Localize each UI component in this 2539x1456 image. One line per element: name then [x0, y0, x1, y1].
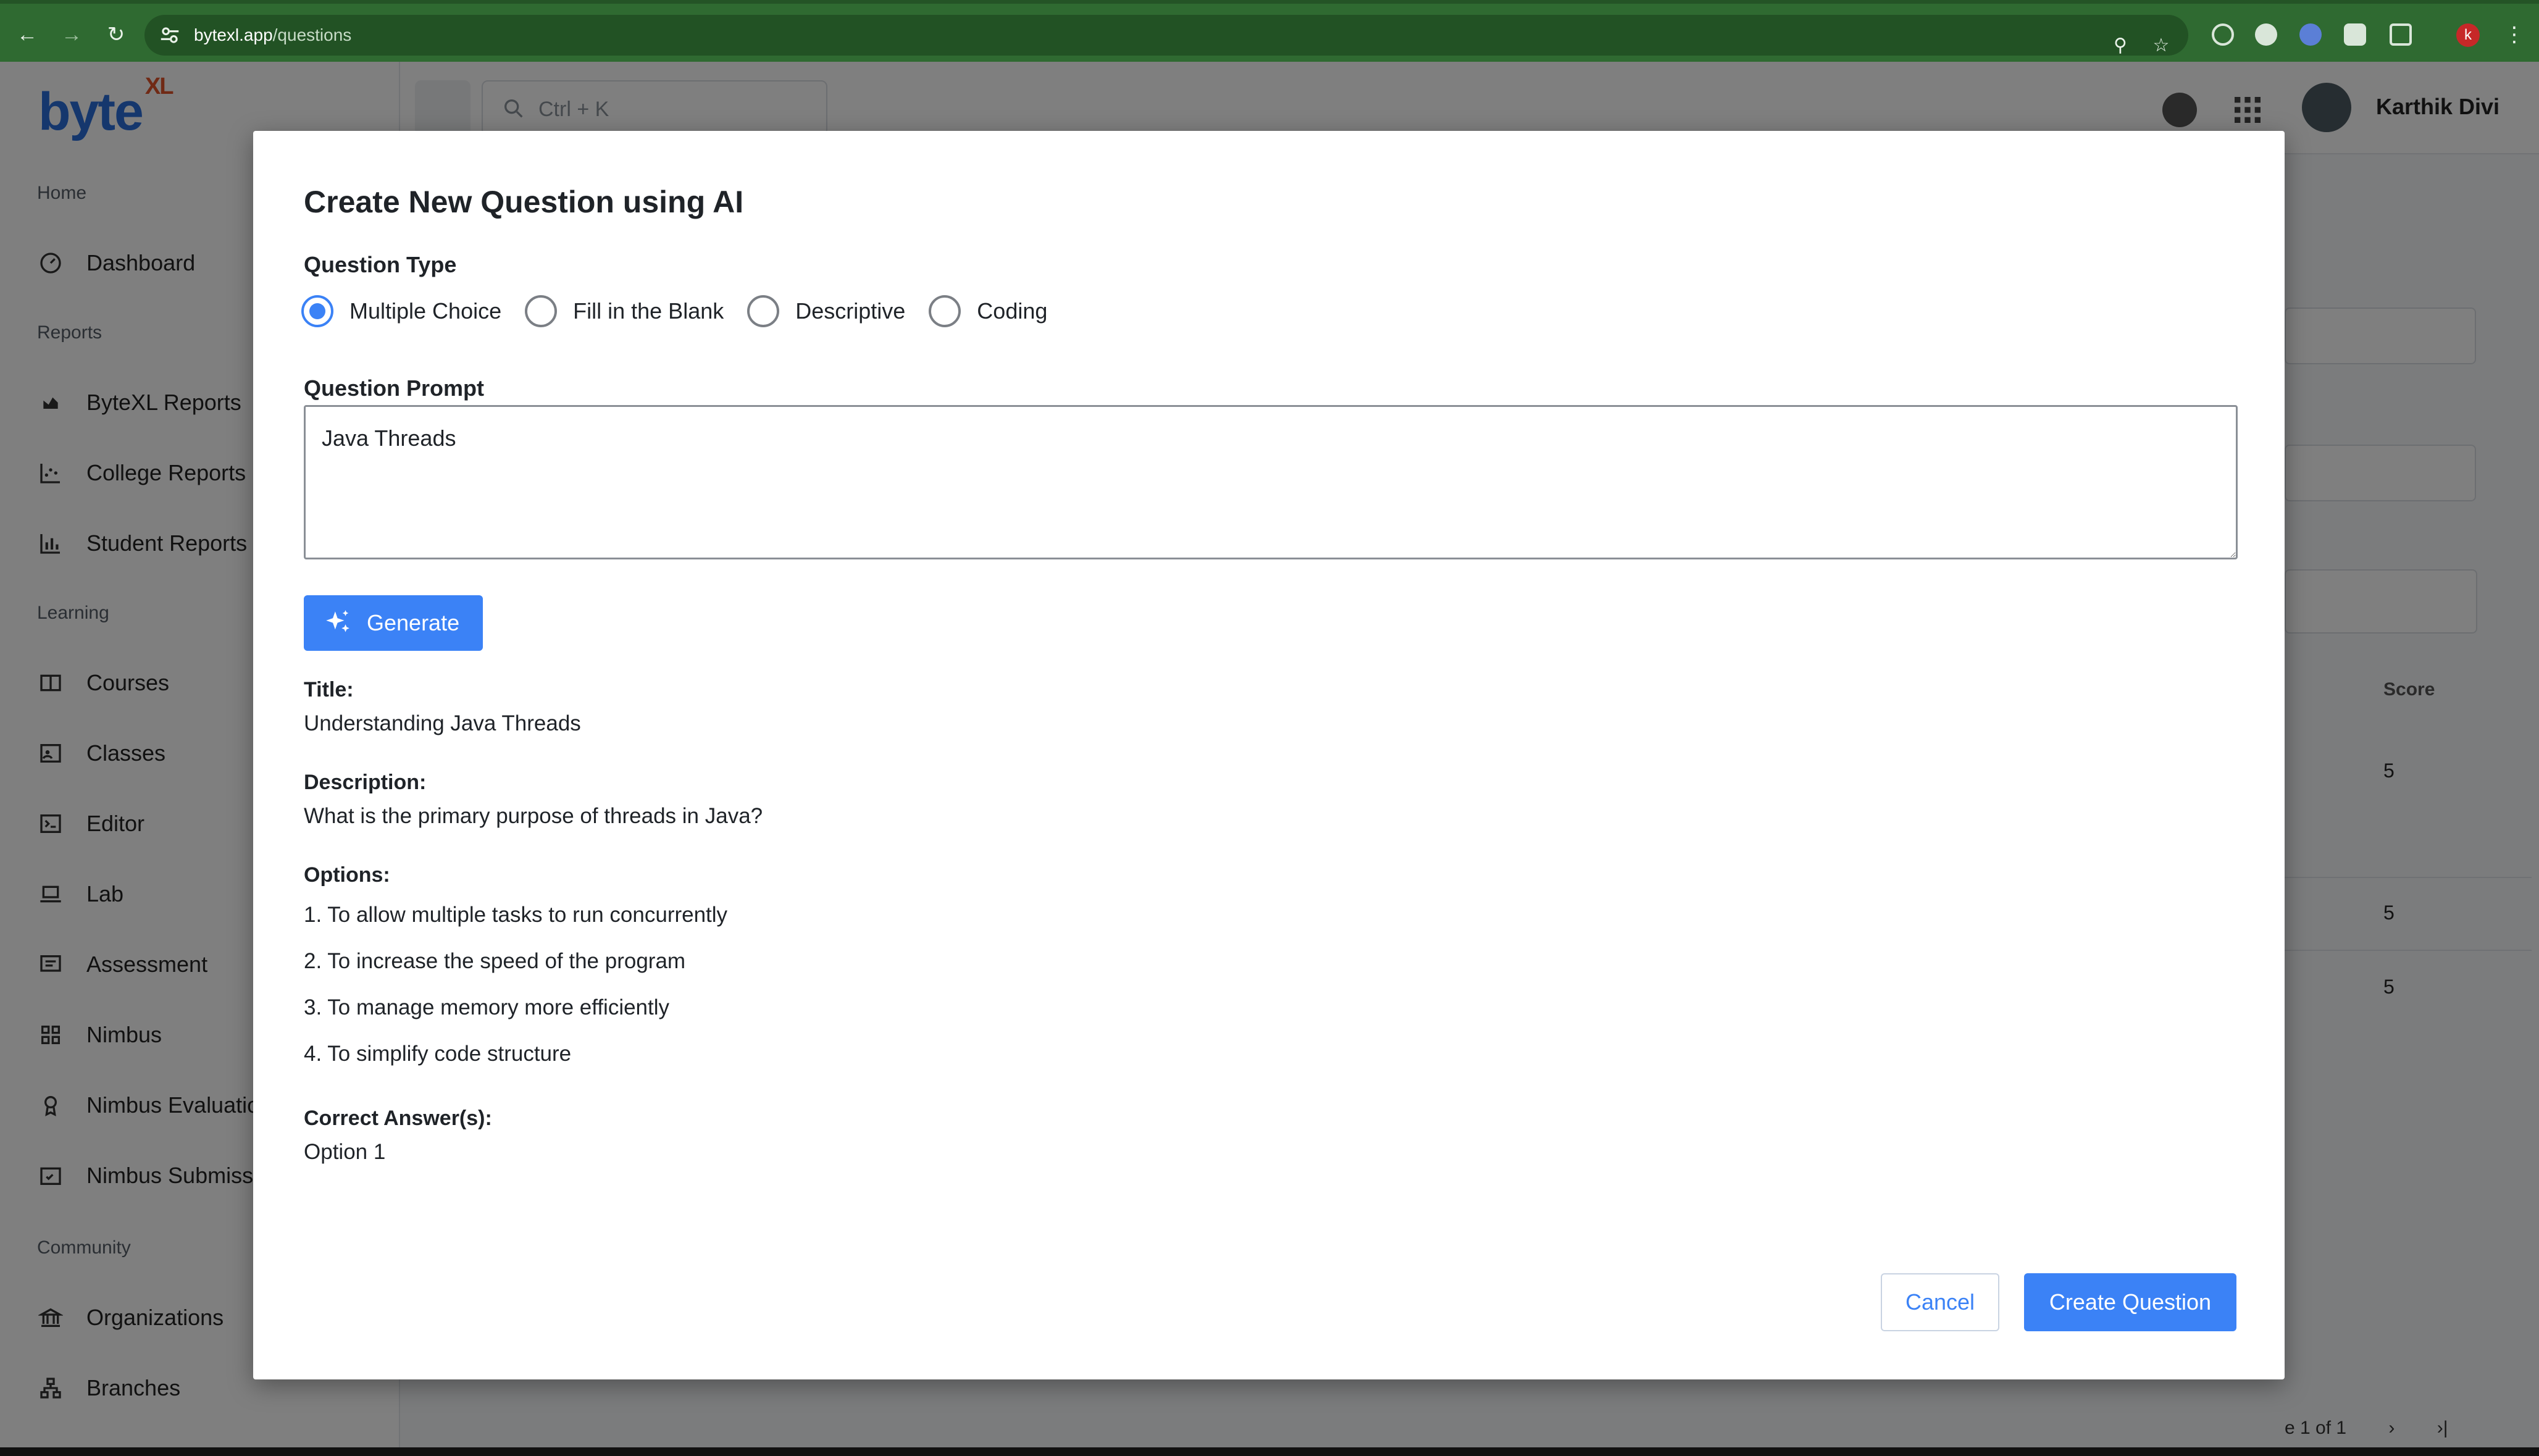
- correct-answer-label: Correct Answer(s):: [304, 1107, 492, 1130]
- radio-fill-in-the-blank[interactable]: Fill in the Blank: [525, 295, 724, 327]
- url-host: bytexl.app: [194, 25, 273, 44]
- radio-checked-icon: [301, 295, 333, 327]
- question-prompt-textarea[interactable]: Java Threads: [304, 405, 2238, 559]
- grammar-extension-icon[interactable]: [2255, 23, 2277, 46]
- radio-label: Fill in the Blank: [573, 298, 724, 324]
- site-settings-icon[interactable]: [158, 23, 182, 47]
- browser-toolbar: ← → ↻ bytexl.app/questions ⚲ ☆ k ⋮: [0, 0, 2539, 62]
- radio-multiple-choice[interactable]: Multiple Choice: [301, 295, 501, 327]
- question-type-radio-group: Multiple Choice Fill in the Blank Descri…: [301, 293, 1071, 330]
- result-description-value: What is the primary purpose of threads i…: [304, 804, 763, 828]
- generate-button[interactable]: Generate: [304, 595, 483, 651]
- forward-icon[interactable]: →: [59, 22, 84, 47]
- radio-label: Descriptive: [795, 298, 906, 324]
- result-title-value: Understanding Java Threads: [304, 711, 581, 735]
- screenshot-extension-icon[interactable]: [2344, 23, 2366, 46]
- extension-icon-1[interactable]: [2212, 23, 2234, 46]
- option-item: 2. To increase the speed of the program: [304, 949, 686, 973]
- question-type-label: Question Type: [304, 252, 457, 277]
- address-bar[interactable]: bytexl.app/questions ⚲ ☆: [144, 15, 2188, 56]
- radio-unchecked-icon: [525, 295, 558, 327]
- radio-descriptive[interactable]: Descriptive: [747, 295, 905, 327]
- cancel-button[interactable]: Cancel: [1881, 1273, 1999, 1331]
- url-text: bytexl.app/questions: [194, 25, 351, 46]
- question-prompt-label: Question Prompt: [304, 375, 485, 401]
- option-item: 1. To allow multiple tasks to run concur…: [304, 903, 728, 927]
- zoom-icon[interactable]: ⚲: [2108, 33, 2133, 58]
- radio-label: Coding: [977, 298, 1048, 324]
- window-bottom-edge: [0, 1447, 2539, 1456]
- create-question-dialog: Create New Question using AI Question Ty…: [253, 131, 2285, 1379]
- generate-label: Generate: [367, 610, 460, 635]
- radio-unchecked-icon: [929, 295, 961, 327]
- radio-unchecked-icon: [747, 295, 780, 327]
- radio-coding[interactable]: Coding: [929, 295, 1047, 327]
- result-title-label: Title:: [304, 678, 354, 701]
- sparkles-icon: [326, 610, 349, 632]
- option-item: 3. To manage memory more efficiently: [304, 995, 670, 1019]
- url-path: /questions: [272, 25, 352, 44]
- profile-avatar[interactable]: k: [2456, 23, 2480, 47]
- back-icon[interactable]: ←: [15, 22, 40, 47]
- bookmark-star-icon[interactable]: ☆: [2149, 33, 2173, 58]
- react-devtools-icon[interactable]: [2299, 23, 2322, 46]
- dialog-title: Create New Question using AI: [304, 185, 744, 219]
- result-options-label: Options:: [304, 863, 390, 887]
- browser-menu-icon[interactable]: ⋮: [2502, 22, 2527, 47]
- correct-answer-value: Option 1: [304, 1140, 386, 1164]
- option-item: 4. To simplify code structure: [304, 1042, 572, 1066]
- result-description-label: Description:: [304, 771, 427, 794]
- extensions-puzzle-icon[interactable]: [2390, 23, 2412, 46]
- reload-icon[interactable]: ↻: [104, 22, 128, 47]
- radio-label: Multiple Choice: [349, 298, 502, 324]
- create-question-button[interactable]: Create Question: [2024, 1273, 2236, 1331]
